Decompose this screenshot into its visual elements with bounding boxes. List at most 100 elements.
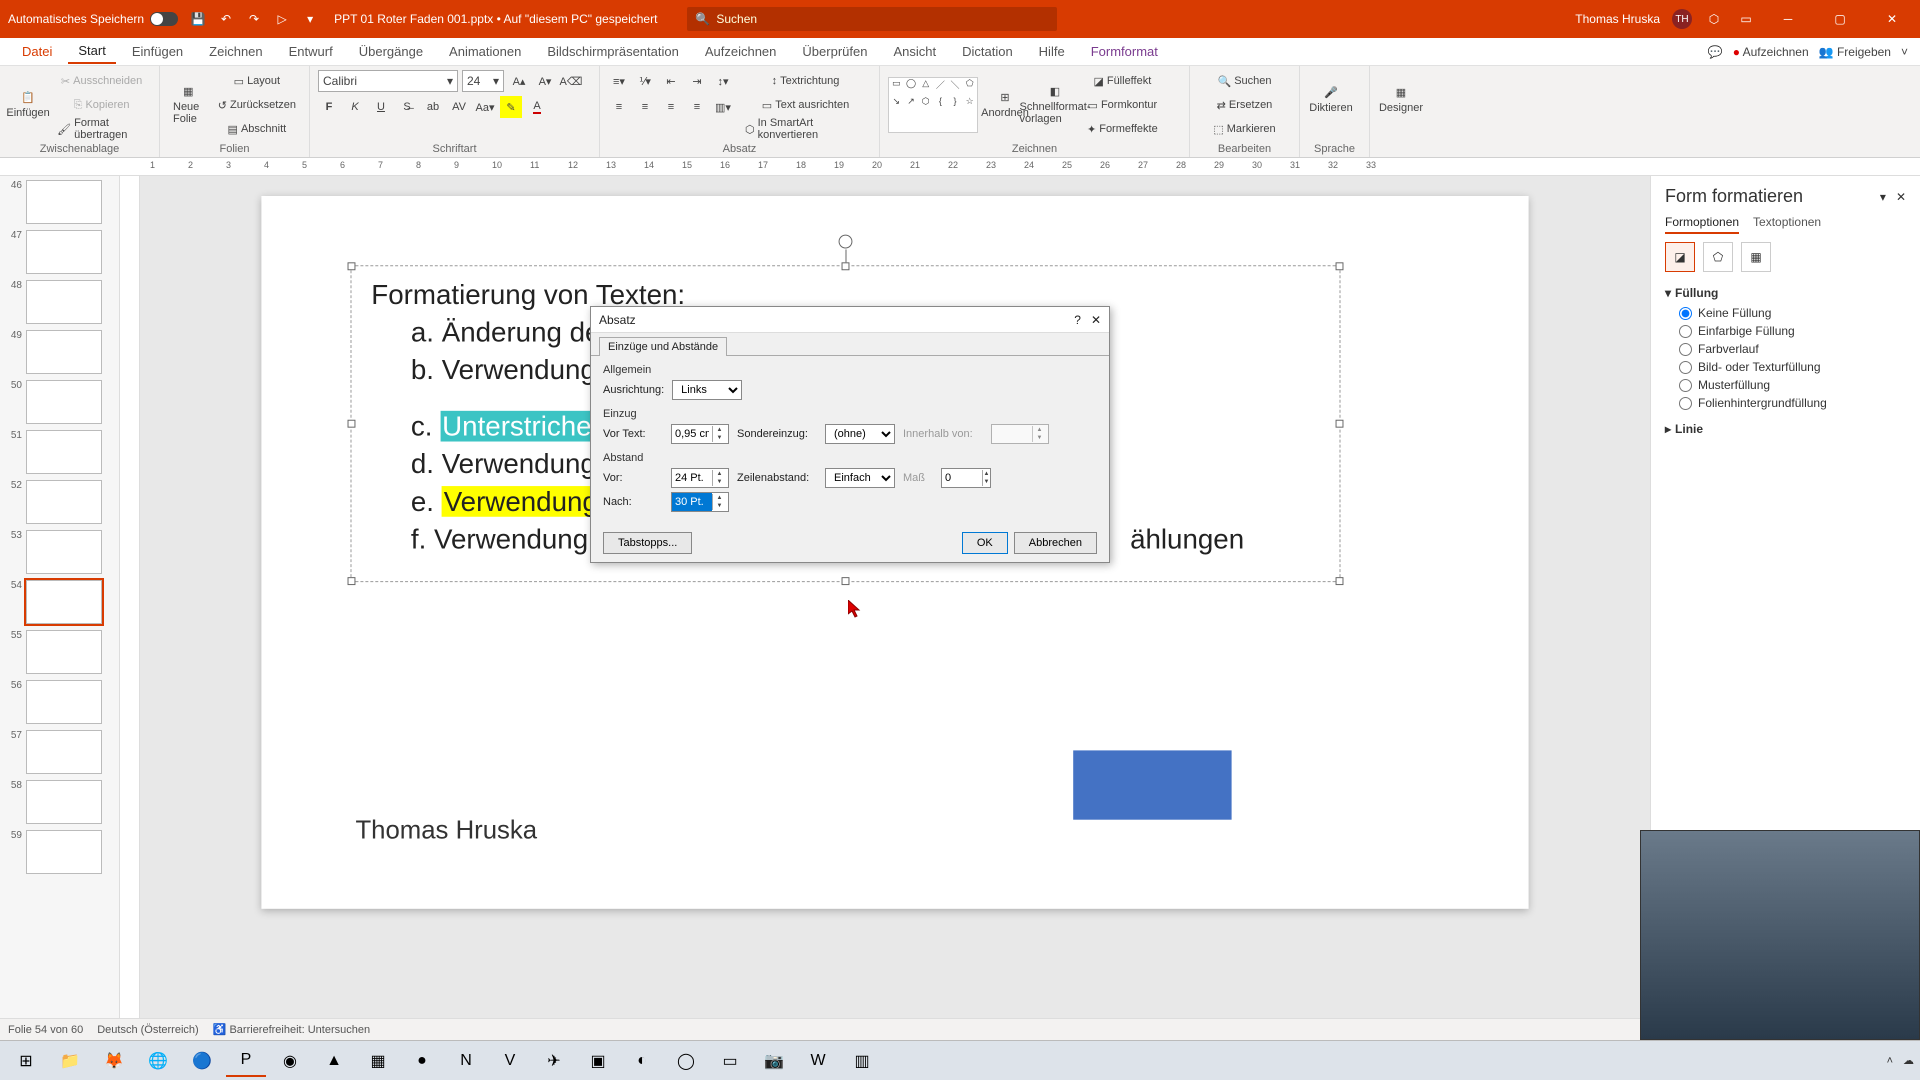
- line-section-header[interactable]: ▸ Linie: [1665, 418, 1906, 440]
- rotate-handle-icon[interactable]: [839, 235, 853, 249]
- close-icon[interactable]: ✕: [1872, 0, 1912, 38]
- italic-icon[interactable]: K: [344, 96, 366, 118]
- font-name-combo[interactable]: Calibri▾: [318, 70, 458, 92]
- share-button[interactable]: 👥 Freigeben: [1819, 45, 1891, 59]
- effects-icon[interactable]: ⬠: [1703, 242, 1733, 272]
- shape-outline-button[interactable]: ▭ Formkontur: [1082, 94, 1163, 116]
- app-icon[interactable]: ✈: [534, 1045, 574, 1077]
- section-button[interactable]: ▤ Abschnitt: [213, 118, 301, 140]
- numbering-icon[interactable]: ⅟▾: [634, 70, 656, 92]
- new-slide-button[interactable]: ▦Neue Folie: [168, 75, 209, 135]
- thumb-58[interactable]: 58: [4, 780, 115, 824]
- slide-thumbnails[interactable]: 4647484950515253545556575859: [0, 176, 120, 1018]
- explorer-icon[interactable]: 📁: [50, 1045, 90, 1077]
- dialog-help-icon[interactable]: ?: [1074, 313, 1081, 327]
- tab-record[interactable]: Aufzeichnen: [695, 40, 787, 63]
- coming-soon-icon[interactable]: ⬡: [1704, 9, 1724, 29]
- minimize-icon[interactable]: ─: [1768, 0, 1808, 38]
- grow-font-icon[interactable]: A▴: [508, 70, 530, 92]
- comments-icon[interactable]: 💬: [1708, 45, 1723, 59]
- app-icon[interactable]: 📷: [754, 1045, 794, 1077]
- thumb-51[interactable]: 51: [4, 430, 115, 474]
- decrease-indent-icon[interactable]: ⇤: [660, 70, 682, 92]
- tray-icon[interactable]: ☁: [1903, 1054, 1914, 1067]
- shape-fill-button[interactable]: ◪ Fülleffekt: [1082, 70, 1163, 92]
- underline-icon[interactable]: U: [370, 96, 392, 118]
- linespacing-select[interactable]: Einfach: [825, 468, 895, 488]
- word-icon[interactable]: W: [798, 1045, 838, 1077]
- undo-icon[interactable]: ↶: [216, 9, 236, 29]
- slide-canvas[interactable]: Formatierung von Texten: a. Änderung der…: [140, 176, 1650, 1018]
- align-left-icon[interactable]: ≡: [608, 96, 630, 118]
- strike-icon[interactable]: S̶: [396, 96, 418, 118]
- align-center-icon[interactable]: ≡: [634, 96, 656, 118]
- app-icon[interactable]: ▲: [314, 1045, 354, 1077]
- gradient-fill-radio[interactable]: Farbverlauf: [1679, 340, 1906, 358]
- thumb-53[interactable]: 53: [4, 530, 115, 574]
- no-fill-radio[interactable]: Keine Füllung: [1679, 304, 1906, 322]
- alignment-select[interactable]: Links: [672, 380, 742, 400]
- firefox-icon[interactable]: 🦊: [94, 1045, 134, 1077]
- after-spinner[interactable]: ▲▼: [671, 492, 729, 512]
- tabstops-button[interactable]: Tabstopps...: [603, 532, 692, 554]
- picture-fill-radio[interactable]: Bild- oder Texturfüllung: [1679, 358, 1906, 376]
- shape-options-tab[interactable]: Formoptionen: [1665, 215, 1739, 234]
- tab-animations[interactable]: Animationen: [439, 40, 531, 63]
- justify-icon[interactable]: ≡: [686, 96, 708, 118]
- find-button[interactable]: 🔍 Suchen: [1198, 70, 1291, 92]
- fill-line-icon[interactable]: ◪: [1665, 242, 1695, 272]
- tab-draw[interactable]: Zeichnen: [199, 40, 272, 63]
- ribbon-display-icon[interactable]: ▭: [1736, 9, 1756, 29]
- paste-button[interactable]: 📋Einfügen: [8, 75, 48, 135]
- before-text-spinner[interactable]: ▲▼: [671, 424, 729, 444]
- solid-fill-radio[interactable]: Einfarbige Füllung: [1679, 322, 1906, 340]
- autosave-toggle[interactable]: Automatisches Speichern: [8, 12, 178, 26]
- shape-effects-button[interactable]: ✦ Formeffekte: [1082, 118, 1163, 140]
- thumb-57[interactable]: 57: [4, 730, 115, 774]
- pane-close-icon[interactable]: ✕: [1896, 190, 1906, 204]
- app-icon[interactable]: ●: [402, 1045, 442, 1077]
- blue-rectangle[interactable]: [1073, 750, 1231, 819]
- thumb-55[interactable]: 55: [4, 630, 115, 674]
- shadow-icon[interactable]: ab: [422, 96, 444, 118]
- app-icon[interactable]: ◉: [270, 1045, 310, 1077]
- bullets-icon[interactable]: ≡▾: [608, 70, 630, 92]
- resize-handle[interactable]: [1336, 262, 1344, 270]
- filename[interactable]: PPT 01 Roter Faden 001.pptx • Auf "diese…: [334, 12, 657, 26]
- align-right-icon[interactable]: ≡: [660, 96, 682, 118]
- size-props-icon[interactable]: ▦: [1741, 242, 1771, 272]
- font-color-icon[interactable]: A: [526, 96, 548, 118]
- start-icon[interactable]: ⊞: [6, 1045, 46, 1077]
- layout-button[interactable]: ▭ Layout: [213, 70, 301, 92]
- language[interactable]: Deutsch (Österreich): [97, 1024, 198, 1036]
- resize-handle[interactable]: [348, 262, 356, 270]
- tab-design[interactable]: Entwurf: [279, 40, 343, 63]
- select-button[interactable]: ⬚ Markieren: [1198, 118, 1291, 140]
- shapes-gallery[interactable]: ▭◯△／＼⬠ ↘↗⬡{}☆: [888, 77, 978, 133]
- chrome-icon[interactable]: 🌐: [138, 1045, 178, 1077]
- tab-help[interactable]: Hilfe: [1029, 40, 1075, 63]
- change-case-icon[interactable]: Aa▾: [474, 96, 496, 118]
- special-select[interactable]: (ohne): [825, 424, 895, 444]
- onenote-icon[interactable]: N: [446, 1045, 486, 1077]
- bold-icon[interactable]: F: [318, 96, 340, 118]
- app-icon[interactable]: ▭: [710, 1045, 750, 1077]
- app-icon[interactable]: ▥: [842, 1045, 882, 1077]
- start-from-beginning-icon[interactable]: ▷: [272, 9, 292, 29]
- app-icon[interactable]: ▣: [578, 1045, 618, 1077]
- app-icon[interactable]: ◐: [622, 1045, 662, 1077]
- dialog-tab-indents[interactable]: Einzüge und Abstände: [599, 337, 727, 356]
- resize-handle[interactable]: [842, 577, 850, 585]
- tab-dictation[interactable]: Dictation: [952, 40, 1023, 63]
- edge-icon[interactable]: 🔵: [182, 1045, 222, 1077]
- slidebg-fill-radio[interactable]: Folienhintergrundfüllung: [1679, 394, 1906, 412]
- smartart-button[interactable]: ⬡ In SmartArt konvertieren: [740, 118, 871, 140]
- resize-handle[interactable]: [348, 420, 356, 428]
- text-direction-button[interactable]: ↕ Textrichtung: [740, 70, 871, 92]
- align-text-button[interactable]: ▭ Text ausrichten: [740, 94, 871, 116]
- thumb-46[interactable]: 46: [4, 180, 115, 224]
- app-icon[interactable]: V: [490, 1045, 530, 1077]
- text-options-tab[interactable]: Textoptionen: [1753, 215, 1821, 234]
- search-box[interactable]: 🔍 Suchen: [687, 7, 1057, 31]
- shrink-font-icon[interactable]: A▾: [534, 70, 556, 92]
